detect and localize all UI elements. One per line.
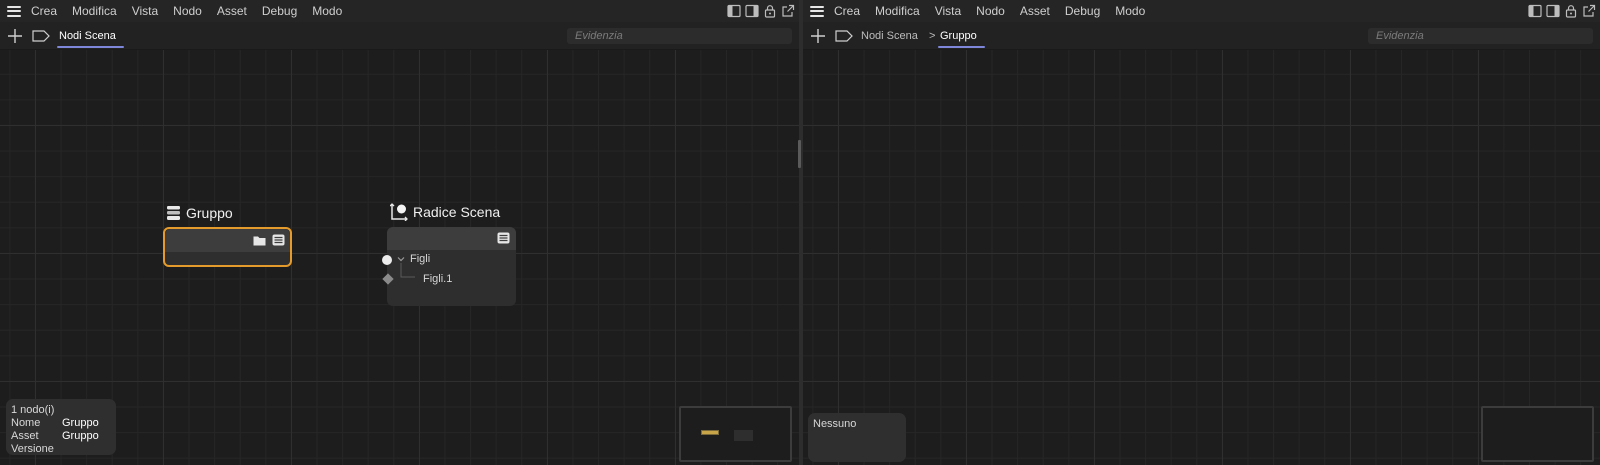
menu-bar: Crea Modifica Vista Nodo Asset Debug Mod…: [0, 0, 799, 22]
breadcrumb-separator: >: [929, 30, 936, 42]
tab-bar: Nodi Scena > Gruppo: [803, 22, 1600, 50]
breadcrumb-nodi-scena[interactable]: Nodi Scena: [861, 30, 918, 42]
node-label: Gruppo: [186, 205, 233, 221]
menu-modo[interactable]: Modo: [1115, 4, 1145, 18]
group-node[interactable]: [163, 227, 292, 267]
menu-vista[interactable]: Vista: [935, 4, 961, 18]
node-title-gruppo[interactable]: Gruppo: [166, 205, 233, 221]
menu-crea[interactable]: Crea: [31, 4, 57, 18]
port-label-figli-1: Figli.1: [423, 273, 453, 285]
popout-icon[interactable]: [781, 4, 795, 18]
node-editor-right: Crea Modifica Vista Nodo Asset Debug Mod…: [803, 0, 1600, 465]
menu-modo[interactable]: Modo: [312, 4, 342, 18]
node-menu-icon[interactable]: [272, 234, 285, 246]
node-header: [387, 227, 516, 250]
menu-asset[interactable]: Asset: [217, 4, 247, 18]
info-row-version: Versione: [11, 443, 54, 455]
menu-nodo[interactable]: Nodo: [976, 4, 1005, 18]
node-title-radice-scena[interactable]: Radice Scena: [390, 203, 500, 221]
menu-debug[interactable]: Debug: [262, 4, 297, 18]
selection-status: Nessuno: [813, 418, 857, 430]
scene-root-icon: [390, 203, 408, 221]
tag-icon[interactable]: [835, 30, 853, 42]
lock-icon[interactable]: [763, 4, 777, 18]
minimap[interactable]: [1481, 406, 1594, 462]
active-tab-indicator: [57, 46, 124, 48]
divider-handle[interactable]: [798, 140, 801, 168]
menu-bar: Crea Modifica Vista Nodo Asset Debug Mod…: [803, 0, 1600, 22]
node-header: [165, 229, 290, 252]
menu-debug[interactable]: Debug: [1065, 4, 1100, 18]
node-label: Radice Scena: [413, 204, 501, 220]
tab-bar: Nodi Scena: [0, 22, 799, 50]
sidebar-left-icon[interactable]: [1528, 4, 1542, 18]
selection-info-panel: Nessuno: [808, 413, 906, 462]
menu-asset[interactable]: Asset: [1020, 4, 1050, 18]
popout-icon[interactable]: [1582, 4, 1596, 18]
node-graph-canvas[interactable]: Nessuno: [803, 50, 1600, 465]
tree-connector: [400, 263, 415, 278]
sidebar-right-icon[interactable]: [1546, 4, 1560, 18]
minimap-root-node: [734, 430, 753, 441]
menu-modifica[interactable]: Modifica: [875, 4, 920, 18]
plus-icon[interactable]: [810, 28, 826, 44]
hamburger-icon[interactable]: [7, 5, 21, 17]
group-node-icon: [167, 206, 180, 220]
minimap[interactable]: [679, 406, 792, 462]
sidebar-left-icon[interactable]: [727, 4, 741, 18]
selection-info-panel: 1 nodo(i) Nome Gruppo Asset Gruppo Version…: [6, 399, 116, 455]
sidebar-right-icon[interactable]: [745, 4, 759, 18]
chevron-down-icon[interactable]: [397, 256, 405, 262]
search-input[interactable]: [567, 28, 792, 44]
info-row-name: Nome Gruppo: [11, 417, 99, 429]
breadcrumb-gruppo[interactable]: Gruppo: [940, 30, 977, 42]
hamburger-icon[interactable]: [810, 5, 824, 17]
node-editor-left: Crea Modifica Vista Nodo Asset Debug Mod…: [0, 0, 799, 465]
selection-count: 1 nodo(i): [11, 404, 55, 416]
tag-icon[interactable]: [32, 30, 50, 42]
menu-nodo[interactable]: Nodo: [173, 4, 202, 18]
node-menu-icon[interactable]: [497, 232, 510, 244]
menu-vista[interactable]: Vista: [132, 4, 158, 18]
menu-crea[interactable]: Crea: [834, 4, 860, 18]
search-input[interactable]: [1368, 28, 1593, 44]
menu-modifica[interactable]: Modifica: [72, 4, 117, 18]
minimap-group-node: [701, 430, 719, 435]
active-tab-indicator: [938, 46, 985, 48]
info-row-asset: Asset Gruppo: [11, 430, 99, 442]
plus-icon[interactable]: [7, 28, 23, 44]
input-port-figli[interactable]: [382, 255, 392, 265]
lock-icon[interactable]: [1564, 4, 1578, 18]
node-graph-canvas[interactable]: Gruppo Radice Scena Figli Figli.1 1 nodo…: [0, 50, 799, 465]
breadcrumb-nodi-scena[interactable]: Nodi Scena: [59, 30, 116, 42]
folder-icon[interactable]: [253, 234, 266, 246]
